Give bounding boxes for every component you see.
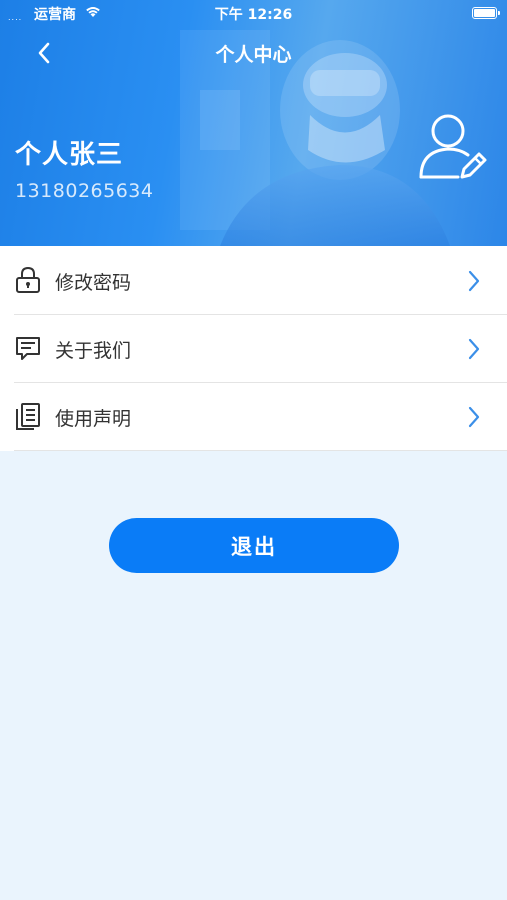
battery-icon [472, 7, 500, 19]
menu-item-about-us[interactable]: 关于我们 [0, 314, 507, 382]
document-icon [16, 403, 40, 430]
user-name: 个人张三 [15, 140, 124, 170]
edit-profile-button[interactable] [416, 111, 488, 183]
menu-item-usage-statement[interactable]: 使用声明 [0, 382, 507, 450]
profile-header: .... 运营商 下午 12:26 个人中心 个人张三 13180265634 [0, 0, 507, 246]
lock-icon [16, 266, 40, 293]
logout-button[interactable]: 退出 [109, 518, 399, 573]
menu-label-usage-statement: 使用声明 [55, 408, 132, 430]
status-bar: .... 运营商 下午 12:26 [0, 0, 507, 26]
user-phone: 13180265634 [15, 180, 154, 202]
settings-menu: 修改密码 关于我们 使用声明 [0, 246, 507, 451]
user-edit-icon [419, 114, 487, 179]
chevron-right-icon [468, 338, 480, 360]
page-title: 个人中心 [215, 44, 292, 66]
status-time: 下午 12:26 [214, 7, 293, 23]
menu-label-about-us: 关于我们 [55, 340, 132, 362]
chevron-right-icon [468, 270, 480, 292]
divider [14, 450, 507, 451]
menu-label-change-password: 修改密码 [55, 272, 132, 294]
message-icon [16, 337, 40, 360]
header-background-image [180, 30, 450, 246]
chevron-right-icon [468, 406, 480, 428]
menu-item-change-password[interactable]: 修改密码 [0, 246, 507, 314]
